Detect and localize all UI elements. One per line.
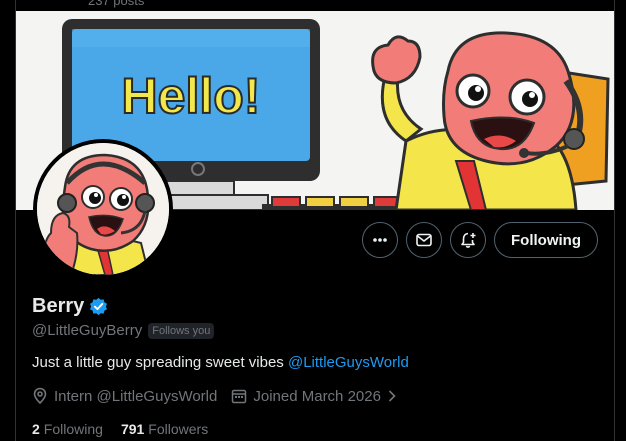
joined-text: Joined March 2026 <box>253 387 381 405</box>
profile-meta: Intern @LittleGuysWorld Joined March 202… <box>32 387 397 405</box>
location-pin-icon <box>33 387 47 405</box>
joined-item[interactable]: Joined March 2026 <box>231 388 397 405</box>
followers-count: 791 <box>120 421 145 437</box>
bell-plus-icon <box>461 232 476 248</box>
profile-name-row: Berry <box>32 295 108 318</box>
profile-handle: @LittleGuyBerry <box>32 322 143 339</box>
post-count: 237 posts <box>88 0 145 8</box>
following-stat-label: Following <box>43 421 103 437</box>
avatar-illustration <box>37 143 169 275</box>
profile-bio: Just a little guy spreading sweet vibes … <box>32 354 409 371</box>
bio-text: Just a little guy spreading sweet vibes <box>32 354 288 371</box>
banner-hello-text: Hello! <box>122 68 261 124</box>
following-count: 2 <box>32 421 40 437</box>
bio-mention-link[interactable]: @LittleGuysWorld <box>288 354 409 371</box>
followers-stat[interactable]: 791 Followers <box>121 421 208 437</box>
message-button[interactable] <box>406 222 442 258</box>
job-text: Intern @LittleGuysWorld <box>54 387 218 405</box>
verified-badge-icon[interactable] <box>89 297 108 316</box>
chevron-right-icon <box>388 390 396 402</box>
envelope-icon <box>416 233 432 247</box>
handle-row: @LittleGuyBerry Follows you <box>32 322 215 339</box>
followers-stat-label: Followers <box>148 421 209 437</box>
profile-avatar[interactable] <box>33 139 173 279</box>
following-button[interactable]: Following <box>494 222 598 258</box>
header-strip: 237 posts <box>16 0 614 11</box>
profile-name: Berry <box>32 295 85 317</box>
follow-stats: 2 Following 791 Followers <box>32 421 208 437</box>
left-border <box>0 0 16 441</box>
notify-button[interactable] <box>450 222 486 258</box>
calendar-icon <box>232 389 247 404</box>
right-border <box>614 0 626 441</box>
follows-you-badge: Follows you <box>148 322 215 339</box>
job-item: Intern @LittleGuysWorld <box>32 387 217 405</box>
following-stat[interactable]: 2 Following <box>32 421 103 437</box>
more-button[interactable] <box>362 222 398 258</box>
more-horizontal-icon <box>373 238 387 242</box>
